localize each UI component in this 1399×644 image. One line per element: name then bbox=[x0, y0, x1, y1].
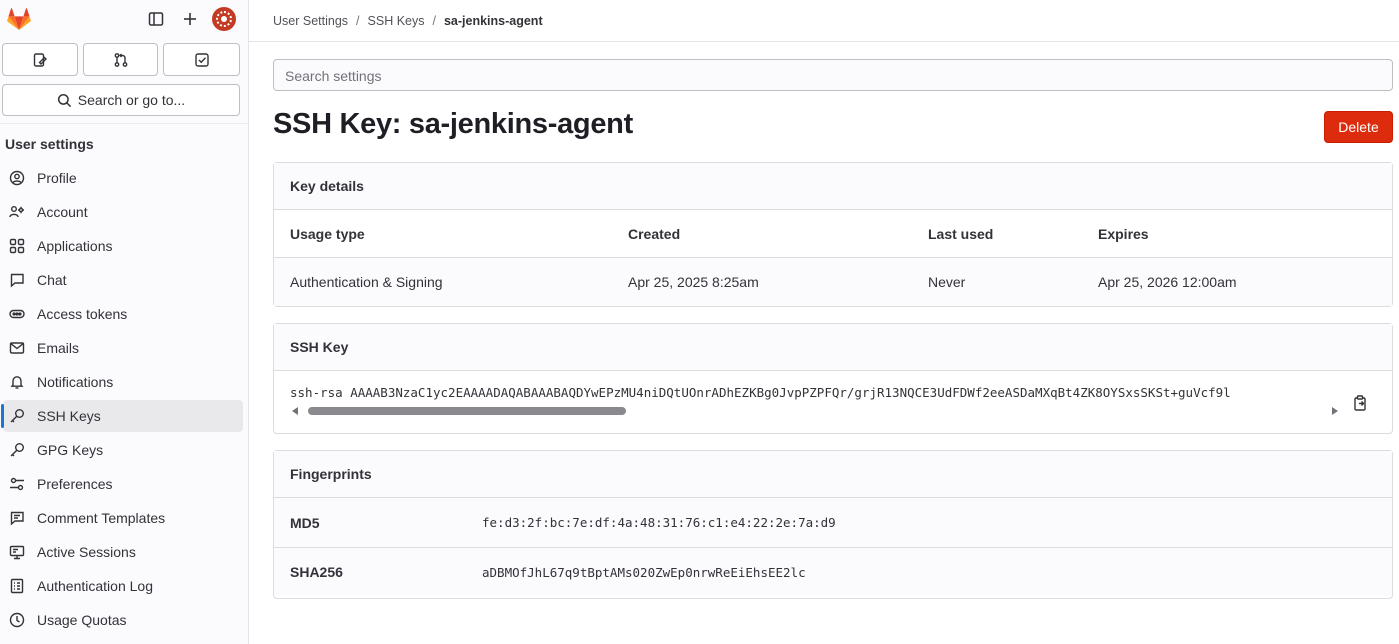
sidebar: Search or go to... User settings Profile… bbox=[0, 0, 249, 644]
expires-value: Apr 25, 2026 12:00am bbox=[1098, 274, 1237, 290]
sidebar-item-usage-quotas[interactable]: Usage Quotas bbox=[3, 604, 243, 636]
avatar[interactable] bbox=[212, 7, 236, 31]
sidebar-item-label: Chat bbox=[37, 272, 67, 288]
sidebar-item-label: Usage Quotas bbox=[37, 612, 127, 628]
sidebar-item-label: Notifications bbox=[37, 374, 114, 390]
merge-request-icon bbox=[114, 52, 127, 67]
table-row: Authentication & Signing Apr 25, 2025 8:… bbox=[274, 258, 1392, 306]
key-details-header: Key details bbox=[274, 163, 1392, 210]
fingerprint-sha256-value: aDBMOfJhL67q9tBptAMs020ZwEp0nrwReEiEhsEE… bbox=[482, 564, 806, 580]
delete-button[interactable]: Delete bbox=[1324, 111, 1393, 143]
sidebar-item-label: Authentication Log bbox=[37, 578, 153, 594]
table-row: SHA256 aDBMOfJhL67q9tBptAMs020ZwEp0nrwRe… bbox=[274, 547, 1392, 596]
sidebar-item-chat[interactable]: Chat bbox=[3, 264, 243, 296]
sidebar-item-label: SSH Keys bbox=[37, 408, 101, 424]
fingerprint-md5-value: fe:d3:2f:bc:7e:df:4a:48:31:76:c1:e4:22:2… bbox=[482, 515, 836, 530]
sidebar-item-comment-templates[interactable]: Comment Templates bbox=[3, 502, 243, 534]
sidebar-nav: Profile Account Applications Chat Access… bbox=[0, 162, 248, 636]
page-title: SSH Key: sa-jenkins-agent bbox=[273, 108, 633, 140]
column-created: Created bbox=[628, 225, 681, 242]
sidebar-item-gpg-keys[interactable]: GPG Keys bbox=[3, 434, 243, 466]
breadcrumb-separator: / bbox=[356, 13, 360, 28]
sidebar-item-label: GPG Keys bbox=[37, 442, 104, 458]
gitlab-logo-icon[interactable] bbox=[6, 6, 32, 32]
main-content: User Settings / SSH Keys / sa-jenkins-ag… bbox=[249, 0, 1399, 644]
ssh-key-value: ssh-rsa AAAAB3NzaC1yc2EAAAADAQABAAABAQDY… bbox=[290, 385, 1231, 400]
sidebar-item-label: Preferences bbox=[37, 476, 113, 492]
merge-requests-button[interactable] bbox=[82, 43, 159, 76]
sidebar-item-access-tokens[interactable]: Access tokens bbox=[3, 298, 243, 330]
bell-icon bbox=[8, 373, 26, 391]
key-icon bbox=[8, 407, 26, 425]
scroll-left-icon[interactable] bbox=[292, 407, 298, 415]
comment-template-icon bbox=[8, 509, 26, 527]
todos-button[interactable] bbox=[163, 43, 240, 76]
sidebar-item-label: Account bbox=[37, 204, 88, 220]
fingerprints-card: Fingerprints MD5 fe:d3:2f:bc:7e:df:4a:48… bbox=[273, 450, 1393, 599]
scrollbar-thumb[interactable] bbox=[308, 407, 626, 415]
quota-icon bbox=[8, 611, 26, 629]
issues-button[interactable] bbox=[2, 43, 78, 76]
todo-icon bbox=[194, 52, 209, 67]
token-icon bbox=[8, 305, 26, 323]
chat-icon bbox=[8, 271, 26, 289]
quick-actions bbox=[0, 38, 248, 76]
search-icon bbox=[57, 93, 71, 107]
scroll-right-icon[interactable] bbox=[1332, 407, 1338, 415]
sidebar-title: User settings bbox=[5, 136, 94, 152]
ssh-key-header: SSH Key bbox=[274, 324, 1392, 371]
applications-icon bbox=[8, 237, 26, 255]
sidebar-item-emails[interactable]: Emails bbox=[3, 332, 243, 364]
sidebar-item-applications[interactable]: Applications bbox=[3, 230, 243, 262]
ssh-key-body: ssh-rsa AAAAB3NzaC1yc2EAAAADAQABAAABAQDY… bbox=[274, 371, 1392, 433]
log-icon bbox=[8, 577, 26, 595]
column-expires: Expires bbox=[1098, 225, 1149, 242]
horizontal-scrollbar[interactable] bbox=[292, 406, 1338, 416]
sidebar-topbar bbox=[0, 0, 248, 38]
breadcrumb-ssh-keys[interactable]: SSH Keys bbox=[368, 14, 425, 28]
profile-icon bbox=[8, 169, 26, 187]
table-row: MD5 fe:d3:2f:bc:7e:df:4a:48:31:76:c1:e4:… bbox=[274, 498, 1392, 547]
last-used-value: Never bbox=[928, 274, 966, 290]
usage-type-value: Authentication & Signing bbox=[290, 274, 443, 290]
sidebar-item-label: Active Sessions bbox=[37, 544, 136, 560]
sidebar-item-label: Profile bbox=[37, 170, 77, 186]
key-icon bbox=[8, 441, 26, 459]
key-details-table-header: Usage type Created Last used Expires bbox=[274, 210, 1392, 258]
search-or-go-label: Search or go to... bbox=[77, 92, 186, 108]
fingerprints-header: Fingerprints bbox=[274, 451, 1392, 498]
sidebar-item-label: Access tokens bbox=[37, 306, 128, 322]
account-icon bbox=[8, 203, 26, 221]
search-settings-input[interactable]: Search settings bbox=[273, 59, 1393, 91]
sidebar-item-label: Emails bbox=[37, 340, 80, 356]
copy-icon[interactable] bbox=[1350, 393, 1370, 413]
search-or-go-button[interactable]: Search or go to... bbox=[2, 84, 240, 116]
sidebar-toggle-icon[interactable] bbox=[142, 5, 170, 33]
created-value: Apr 25, 2025 8:25am bbox=[628, 274, 759, 290]
plus-icon[interactable] bbox=[176, 5, 204, 33]
preferences-icon bbox=[8, 475, 26, 493]
breadcrumb-separator: / bbox=[432, 13, 436, 28]
fingerprint-sha256-label: SHA256 bbox=[290, 564, 343, 580]
sidebar-item-active-sessions[interactable]: Active Sessions bbox=[3, 536, 243, 568]
breadcrumb-current[interactable]: sa-jenkins-agent bbox=[444, 14, 543, 28]
issues-icon bbox=[33, 52, 47, 67]
key-details-card: Key details Usage type Created Last used… bbox=[273, 162, 1393, 307]
sidebar-item-notifications[interactable]: Notifications bbox=[3, 366, 243, 398]
breadcrumb-user-settings[interactable]: User Settings bbox=[273, 14, 348, 28]
sidebar-item-ssh-keys[interactable]: SSH Keys bbox=[1, 400, 243, 432]
ssh-key-card: SSH Key ssh-rsa AAAAB3NzaC1yc2EAAAADAQAB… bbox=[273, 323, 1393, 434]
column-usage-type: Usage type bbox=[290, 225, 365, 242]
fingerprint-md5-label: MD5 bbox=[290, 514, 320, 531]
monitor-icon bbox=[8, 543, 26, 561]
breadcrumb: User Settings / SSH Keys / sa-jenkins-ag… bbox=[249, 0, 1399, 42]
sidebar-item-profile[interactable]: Profile bbox=[3, 162, 243, 194]
column-last-used: Last used bbox=[928, 225, 994, 242]
sidebar-item-label: Comment Templates bbox=[37, 510, 166, 526]
sidebar-item-preferences[interactable]: Preferences bbox=[3, 468, 243, 500]
sidebar-item-authentication-log[interactable]: Authentication Log bbox=[3, 570, 243, 602]
sidebar-item-account[interactable]: Account bbox=[3, 196, 243, 228]
mail-icon bbox=[8, 339, 26, 357]
sidebar-item-label: Applications bbox=[37, 238, 113, 254]
